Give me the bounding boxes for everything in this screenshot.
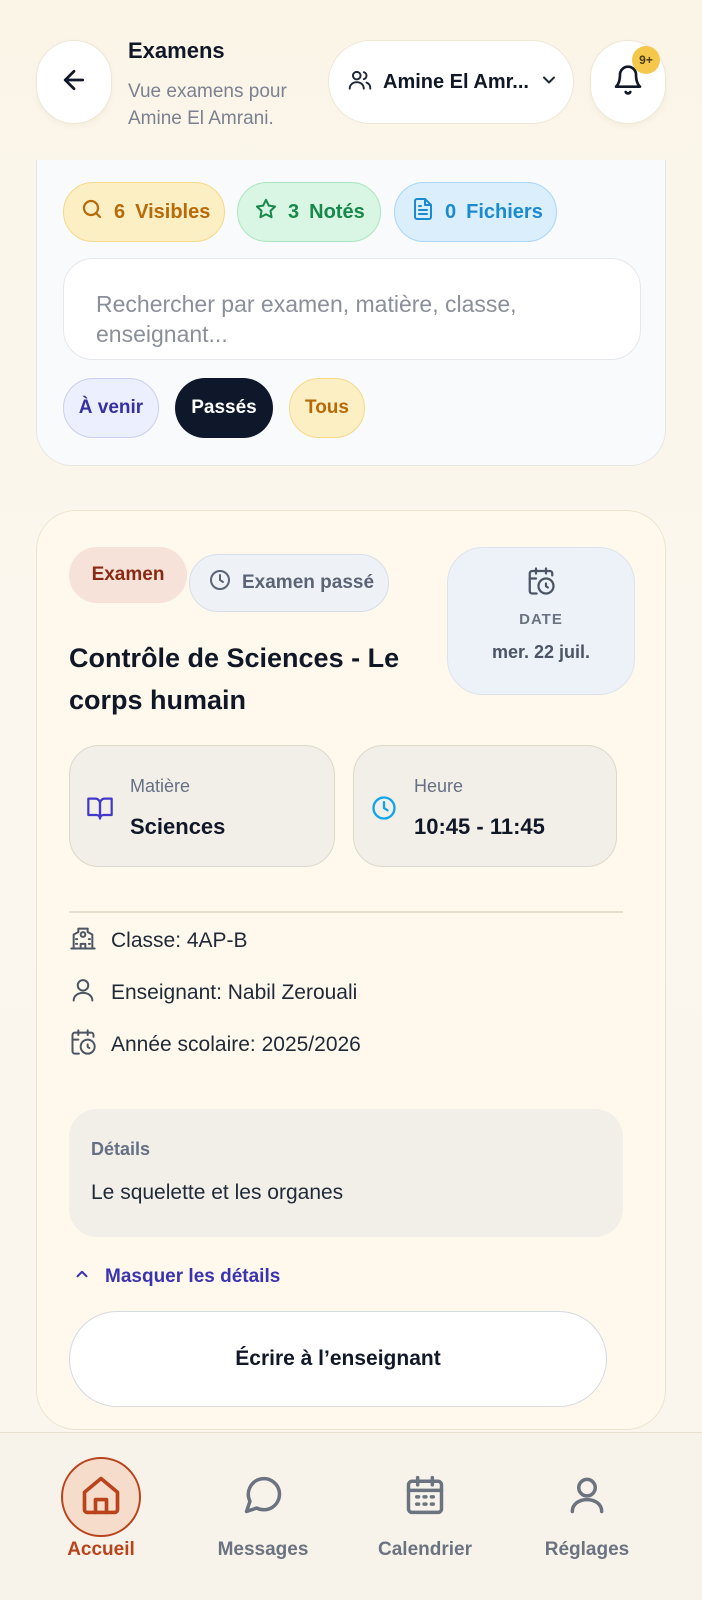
search-placeholder: Rechercher par examen, matière, classe, … xyxy=(96,291,517,347)
search-icon xyxy=(80,197,104,227)
nav-home-icon-wrap xyxy=(61,1457,141,1537)
subject-tile: Matière Sciences xyxy=(69,745,335,867)
files-count-chip[interactable]: 0 Fichiers xyxy=(394,182,557,242)
nav-settings-label: Réglages xyxy=(544,1539,630,1560)
graded-count-chip[interactable]: 3 Notés xyxy=(237,182,381,242)
student-selector[interactable]: Amine El Amr... xyxy=(328,40,574,124)
teacher-text: Enseignant: Nabil Zerouali xyxy=(111,981,358,1004)
exam-status-badge: Examen passé xyxy=(189,554,389,612)
back-button[interactable] xyxy=(36,40,112,124)
graded-label: Notés xyxy=(309,200,365,223)
nav-messages-label: Messages xyxy=(217,1539,309,1560)
calendar-clock-icon xyxy=(526,566,556,601)
files-count: 0 xyxy=(445,200,457,223)
page-title: Examens xyxy=(128,38,225,63)
date-label: DATE xyxy=(519,611,563,628)
notification-badge: 9+ xyxy=(632,46,660,74)
users-icon xyxy=(347,67,373,98)
nav-home-label: Accueil xyxy=(67,1539,135,1560)
date-value: mer. 22 juil. xyxy=(491,642,591,662)
nav-messages[interactable]: Messages xyxy=(188,1433,338,1600)
nav-calendar-label: Calendrier xyxy=(378,1539,472,1560)
message-circle-icon xyxy=(241,1473,285,1522)
visible-count: 6 xyxy=(114,200,126,223)
calendar-clock-icon xyxy=(69,1028,97,1062)
filter-panel: 6 Visibles 3 Notés 0 Fichiers Rechercher… xyxy=(36,160,666,466)
bottom-nav: Accueil Messages Calendrier Réglages xyxy=(0,1432,702,1600)
exam-card: Examen Examen passé DATE mer. 22 juil. C… xyxy=(36,510,666,1430)
school-icon xyxy=(69,924,97,958)
calendar-icon xyxy=(403,1473,447,1522)
write-teacher-button[interactable]: Écrire à l’enseignant xyxy=(69,1311,607,1407)
nav-settings[interactable]: Réglages xyxy=(512,1433,662,1600)
nav-calendar[interactable]: Calendrier xyxy=(350,1433,500,1600)
details-text: Le squelette et les organes xyxy=(91,1181,344,1204)
nav-calendar-icon-wrap xyxy=(385,1457,465,1537)
time-tile: Heure 10:45 - 11:45 xyxy=(353,745,617,867)
time-label: Heure xyxy=(414,776,464,796)
nav-messages-icon-wrap xyxy=(223,1457,303,1537)
user-icon xyxy=(565,1473,609,1522)
chevron-up-icon xyxy=(73,1265,91,1289)
user-icon xyxy=(69,976,97,1010)
exam-title: Contrôle de Sciences - Le corps humain xyxy=(69,643,400,715)
segment-past[interactable]: Passés xyxy=(175,378,273,438)
exam-date-box: DATE mer. 22 juil. xyxy=(447,547,635,695)
chevron-down-icon xyxy=(539,70,559,95)
details-box: Détails Le squelette et les organes xyxy=(69,1109,623,1237)
details-label: Détails xyxy=(91,1139,151,1159)
teacher-row: Enseignant: Nabil Zerouali xyxy=(69,977,357,1009)
search-input[interactable]: Rechercher par examen, matière, classe, … xyxy=(63,258,641,360)
time-value: 10:45 - 11:45 xyxy=(414,814,545,839)
subject-label: Matière xyxy=(130,776,191,796)
visible-label: Visibles xyxy=(135,200,211,223)
home-icon xyxy=(79,1473,123,1522)
clock-icon xyxy=(370,794,398,827)
class-row: Classe: 4AP-B xyxy=(69,925,248,957)
school-year-row: Année scolaire: 2025/2026 xyxy=(69,1029,361,1061)
header: Examens Vue examens pour Amine El Amrani… xyxy=(0,0,702,160)
hide-details-link[interactable]: Masquer les détails xyxy=(73,1265,280,1289)
segment-upcoming[interactable]: À venir xyxy=(63,378,159,438)
hide-details-label: Masquer les détails xyxy=(105,1266,281,1287)
subject-value: Sciences xyxy=(130,814,226,839)
school-year-text: Année scolaire: 2025/2026 xyxy=(111,1033,361,1056)
graded-count: 3 xyxy=(288,200,300,223)
book-open-icon xyxy=(86,794,114,827)
student-name: Amine El Amr... xyxy=(383,70,529,93)
visible-count-chip[interactable]: 6 Visibles xyxy=(63,182,225,242)
clock-icon xyxy=(208,568,232,598)
class-text: Classe: 4AP-B xyxy=(111,929,248,952)
segment-all[interactable]: Tous xyxy=(289,378,365,438)
exam-status-label: Examen passé xyxy=(242,572,375,593)
nav-home[interactable]: Accueil xyxy=(26,1433,176,1600)
nav-settings-icon-wrap xyxy=(547,1457,627,1537)
page-subtitle: Vue examens pour Amine El Amrani. xyxy=(128,81,287,129)
exam-type-badge: Examen xyxy=(69,547,187,603)
divider xyxy=(69,911,623,913)
arrow-left-icon xyxy=(59,65,89,100)
file-text-icon xyxy=(411,197,435,227)
files-label: Fichiers xyxy=(466,200,543,223)
star-icon xyxy=(254,197,278,227)
